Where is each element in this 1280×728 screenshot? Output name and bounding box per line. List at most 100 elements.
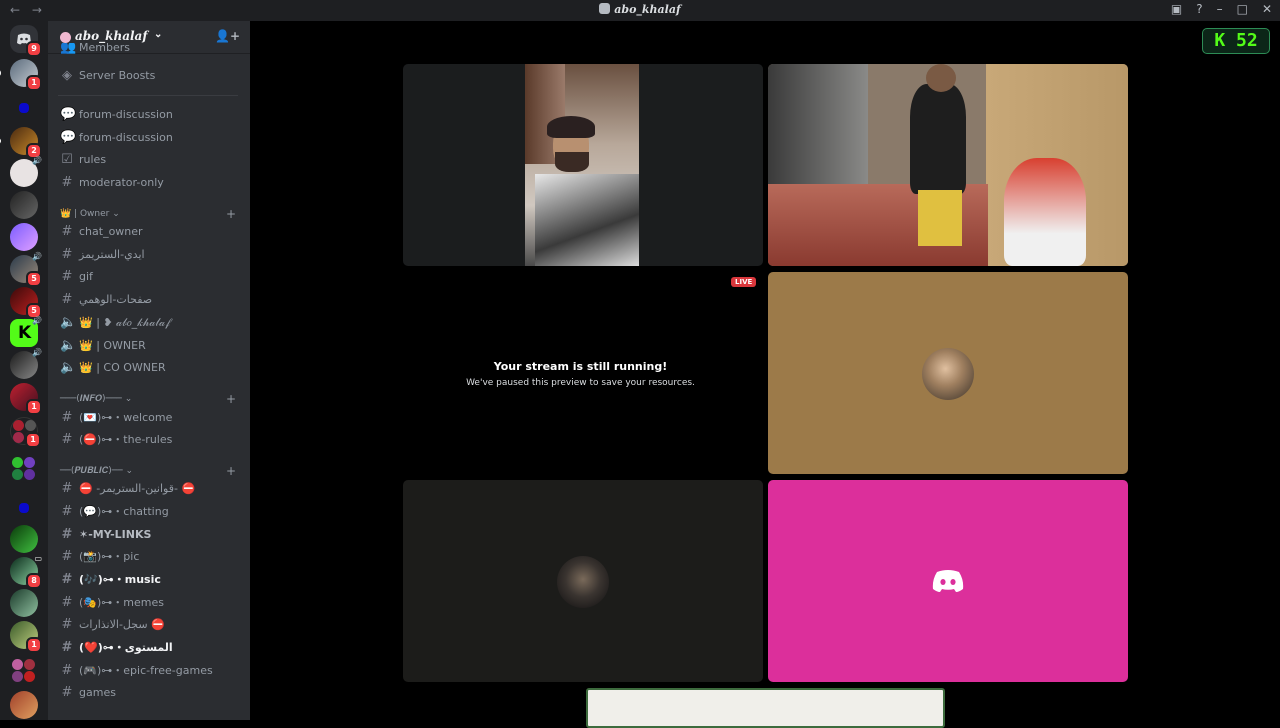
channel-moderator-only[interactable]: # moderator-only [56,172,242,194]
category-public[interactable]: ──(𝑷𝑼𝑩𝑳𝑰𝑪)── ⌄ + [60,463,240,479]
video-tile-camera-1[interactable] [403,64,763,266]
hash-icon: # [61,572,73,587]
server-avatar[interactable] [10,191,38,219]
server-badge: 5 [26,271,42,287]
channel-gif[interactable]: # gif [56,266,242,288]
server-avatar[interactable]: 🔊 5 [10,252,42,287]
channel-chatting[interactable]: # (💬)⊶・chatting [56,501,242,523]
kick-server-icon[interactable]: K 🔊 [10,316,42,347]
server-folder[interactable] [10,455,38,483]
hash-icon: # [61,432,73,447]
live-badge: LIVE [731,277,757,287]
channel-rules[interactable]: ☑ rules [56,149,242,171]
voice-channel-co-owner[interactable]: 🔈 👑 | CO OWNER [56,357,242,379]
hash-icon: # [61,175,73,190]
forum-icon: 💬 [60,107,77,122]
server-badge: 1 [26,399,42,415]
server-icon [60,32,71,43]
server-avatar[interactable]: 🔊 [10,348,42,379]
channel-chat-owner[interactable]: # chat_owner [56,221,242,243]
user-avatar [557,556,609,608]
unread-pill [0,138,1,144]
stream-paused-subtitle: We've paused this preview to save your r… [466,378,695,388]
server-avatar[interactable] [10,525,38,553]
server-avatar[interactable] [10,691,38,719]
server-name: abo_khalaf [75,29,148,43]
voice-channel-abo-khalaf[interactable]: 🔈 👑 | ❥ 𝒶𝒷𝑜_𝓀𝒽𝒶𝓁𝒶𝒻 [56,312,242,334]
hash-icon: # [61,504,73,519]
channel-epic-free-games[interactable]: # (🎮)⊶・epic-free-games [56,660,242,682]
minimize-icon[interactable]: – [1217,2,1223,16]
hash-icon: # [61,685,73,700]
invite-people-icon[interactable]: 👤+ [215,29,240,43]
channel-level[interactable]: # (❤️)⊶・المستوى [56,637,242,659]
hash-icon: # [61,549,73,564]
server-avatar[interactable]: 1 [10,621,42,653]
channel-games[interactable]: # games [56,682,242,704]
server-avatar[interactable] [10,589,38,617]
channel-sidebar: abo_khalaf ⌄ 👤+ 👥 Members ◈ Server Boosts 💬… [48,21,250,720]
channel-members[interactable]: 👥 Members [56,43,242,55]
server-avatar[interactable] [19,503,29,513]
video-tile-camera-2[interactable] [768,64,1128,266]
server-avatar[interactable]: 🔊 [10,156,42,187]
camera-feed [525,64,639,266]
maximize-icon[interactable]: □ [1237,2,1248,16]
hash-icon: # [61,640,73,655]
bottom-tile-preview[interactable] [586,688,945,728]
server-avatar[interactable]: 5 [10,287,42,319]
channel-forum-discussion[interactable]: 💬 forum-discussion [56,127,242,149]
server-avatar[interactable]: 1 [0,59,42,91]
server-avatar[interactable] [19,103,29,113]
hash-icon: # [61,617,73,632]
window-title: abo_khalaf [0,3,1280,16]
title-bar: ← → abo_khalaf ▣ ? – □ ✕ [0,0,1280,21]
channel-warnings[interactable]: # سجل-الانذارات ⛔ [56,614,242,636]
hash-icon: # [61,663,73,678]
category-owner[interactable]: 👑 | Owner ⌄ + [60,206,240,222]
hash-icon: # [61,481,73,496]
channel-fake-pages[interactable]: # صفحات-الوهمي [56,289,242,311]
add-channel-icon[interactable]: + [226,206,236,222]
hash-icon: # [61,269,73,284]
speaker-icon: 🔊 [32,252,42,261]
window-controls: ▣ ? – □ ✕ [1171,2,1272,16]
kick-viewer-badge[interactable]: K 52 [1202,28,1270,54]
server-badge: 8 [26,573,42,589]
call-stage: K 52 LIVE Your stream is still running! … [250,21,1280,728]
server-badge: 1 [26,75,42,91]
server-badge: 9 [26,41,42,57]
add-channel-icon[interactable]: + [226,463,236,479]
forum-icon: 💬 [60,130,77,145]
channel-the-rules[interactable]: # (⛔)⊶・the-rules [56,429,242,451]
channel-music[interactable]: # (🎶)⊶・music [56,569,242,591]
channel-streamers-id[interactable]: # ايدي-الستريمز [56,244,242,266]
inbox-icon[interactable]: ▣ [1171,2,1182,16]
server-avatar[interactable]: 1 [10,383,42,415]
server-avatar[interactable]: ▭ 8 [10,554,42,589]
speaker-icon: 🔊 [32,316,42,325]
video-tile-user-avatar[interactable] [403,480,763,682]
speaker-icon: 🔊 [32,348,42,357]
close-icon[interactable]: ✕ [1262,2,1272,16]
add-channel-icon[interactable]: + [226,391,236,407]
channel-forum-discussion[interactable]: 💬 forum-discussion [56,104,242,126]
server-folder[interactable]: 1 [10,417,41,448]
channel-my-links[interactable]: # ✶-MY-LINKS [56,524,242,546]
channel-memes[interactable]: # (🎭)⊶・memes [56,592,242,614]
channel-welcome[interactable]: # (💌)⊶・welcome [56,407,242,429]
category-info[interactable]: ───(𝑰𝑵𝑭𝑶)─── ⌄ + [60,391,240,407]
channel-server-boosts[interactable]: ◈ Server Boosts [56,65,242,87]
server-avatar[interactable]: 2 [0,127,42,159]
channel-streamer-rules[interactable]: # ⛔ -قوانين-الستريمر- ⛔ [56,478,242,500]
hash-icon: # [61,224,73,239]
server-avatar[interactable] [10,223,38,251]
rules-icon: ☑ [61,152,73,167]
direct-messages-icon[interactable]: 9 [10,25,42,57]
server-folder[interactable] [10,657,38,685]
video-tile-user-avatar[interactable] [768,272,1128,474]
voice-channel-owner[interactable]: 🔈 👑 | OWNER [56,335,242,357]
channel-pic[interactable]: # (📸)⊶・pic [56,546,242,568]
separator [58,95,238,96]
help-icon[interactable]: ? [1196,2,1202,16]
